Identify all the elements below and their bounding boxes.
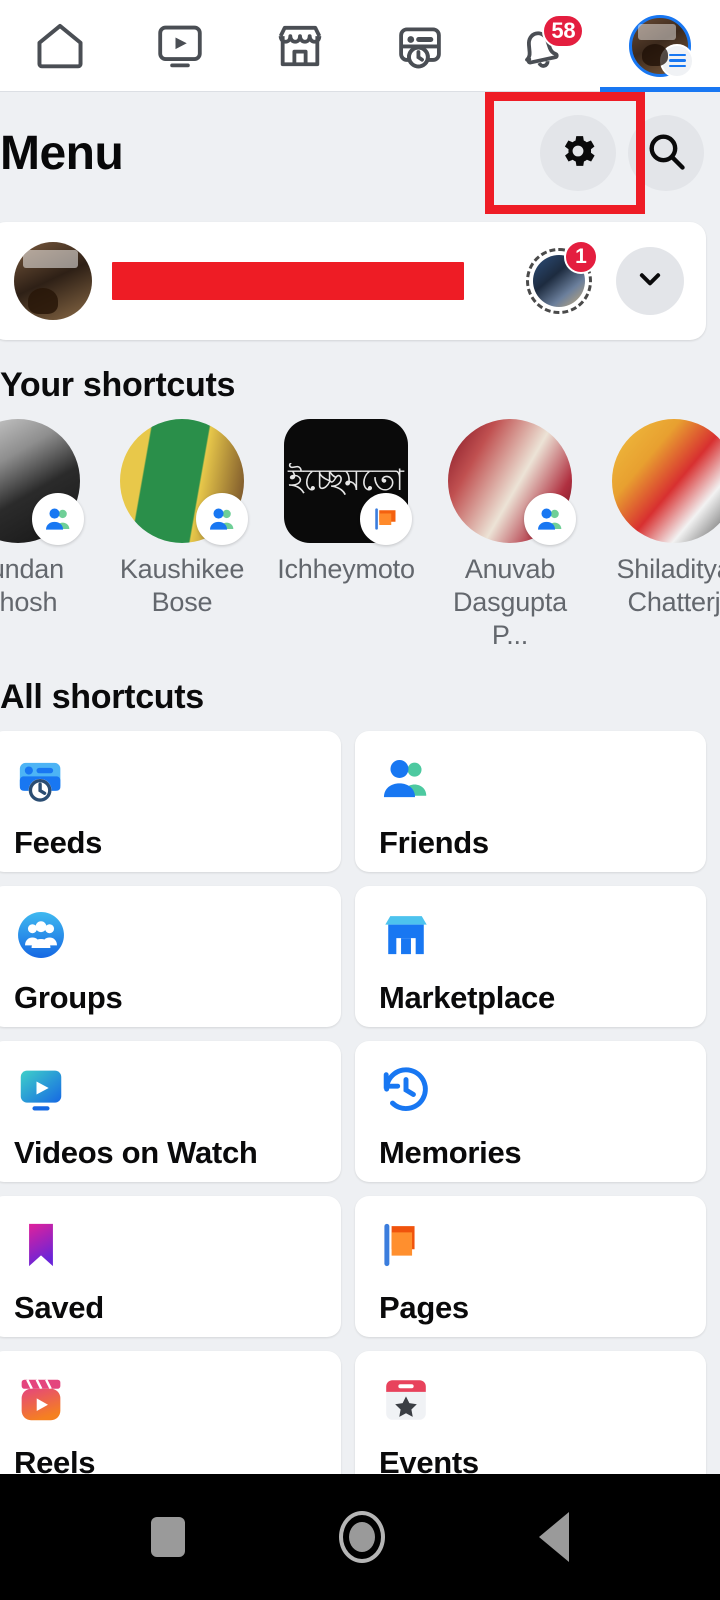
profile-card[interactable]: 1: [0, 222, 706, 340]
tile-label: Marketplace: [379, 980, 555, 1015]
saved-bookmark-icon: [14, 1218, 68, 1272]
shortcut-item[interactable]: Shiladitya Chatterj: [604, 419, 720, 652]
home-tab[interactable]: [0, 0, 120, 92]
shortcut-tile-friends[interactable]: Friends: [355, 731, 706, 872]
groups-icon: [14, 908, 68, 962]
shortcut-tile-memories[interactable]: Memories: [355, 1041, 706, 1182]
video-play-icon: [153, 19, 207, 73]
shortcut-label: Kundan Ghosh: [0, 554, 64, 617]
video-tab[interactable]: [120, 0, 240, 92]
profile-name-redaction: [112, 262, 464, 300]
feeds-tab[interactable]: [360, 0, 480, 92]
tile-label: Pages: [379, 1290, 469, 1325]
square-icon[interactable]: [151, 1517, 185, 1557]
tile-label: Feeds: [14, 825, 103, 860]
shortcut-tile-saved[interactable]: Saved: [0, 1196, 341, 1337]
triangle-left-icon[interactable]: [539, 1512, 569, 1562]
page-flag-badge-icon: [360, 493, 412, 545]
shortcut-tile-groups[interactable]: Groups: [0, 886, 341, 1027]
shortcut-avatar: [612, 419, 720, 543]
shortcut-avatar: ইচ্ছেমতো: [284, 419, 412, 545]
search-icon: [644, 129, 688, 178]
all-shortcuts-grid: Feeds Friends Groups Marketplace Videos …: [0, 731, 706, 1474]
profile-menu-avatar-icon: [629, 14, 694, 78]
friends-badge-icon: [524, 493, 576, 545]
shortcut-avatar: [120, 419, 248, 545]
header-actions: [540, 115, 720, 191]
shortcut-label: Anuvab Dasgupta P...: [453, 554, 567, 650]
story-count-badge: 1: [564, 240, 598, 274]
shortcut-avatar-image: [612, 419, 720, 543]
shortcut-avatar: [0, 419, 84, 545]
tile-label: Memories: [379, 1135, 522, 1170]
shortcut-tile-events[interactable]: Events: [355, 1351, 706, 1474]
video-watch-icon: [14, 1063, 68, 1117]
settings-gear-button[interactable]: [540, 115, 616, 191]
android-navigation-bar: [0, 1474, 720, 1600]
marketplace-icon: [379, 908, 433, 962]
feed-card-clock-icon: [393, 19, 447, 73]
tile-label: Events: [379, 1445, 479, 1474]
friends-badge-icon: [32, 493, 84, 545]
shortcut-avatar: [448, 419, 576, 545]
profile-expand-button[interactable]: [616, 247, 684, 315]
pages-flag-icon: [379, 1218, 433, 1272]
all-shortcuts-title: All shortcuts: [0, 678, 204, 716]
circle-icon[interactable]: [339, 1511, 385, 1563]
memories-clock-icon: [379, 1063, 433, 1117]
shortcut-tile-marketplace[interactable]: Marketplace: [355, 886, 706, 1027]
shortcut-tile-feeds[interactable]: Feeds: [0, 731, 341, 872]
tile-label: Reels: [14, 1445, 96, 1474]
shortcut-item[interactable]: Anuvab Dasgupta P...: [440, 419, 580, 652]
menu-header: Menu: [0, 93, 720, 213]
shortcut-label: Kaushikee Bose: [119, 554, 245, 617]
avatar[interactable]: [14, 242, 92, 320]
shortcut-tile-pages[interactable]: Pages: [355, 1196, 706, 1337]
shortcut-tile-reels[interactable]: Reels: [0, 1351, 341, 1474]
chevron-down-icon: [635, 264, 665, 299]
friends-icon: [379, 753, 433, 807]
shortcut-tile-videos-on-watch[interactable]: Videos on Watch: [0, 1041, 341, 1182]
shortcut-item[interactable]: ইচ্ছেমতো Ichheymoto: [276, 419, 416, 652]
reels-icon: [14, 1373, 68, 1427]
menu-scroll-content[interactable]: 1 Your shortcuts ndan hosh Kaushikee Bos…: [0, 213, 720, 1474]
active-tab-indicator: [600, 86, 720, 92]
marketplace-tab[interactable]: [240, 0, 360, 92]
hamburger-menu-badge-icon: [660, 43, 694, 78]
shortcut-item[interactable]: Kaushikee Bose: [112, 419, 252, 652]
tile-label: Friends: [379, 825, 489, 860]
shortcut-label: Ichheymoto: [277, 554, 415, 584]
shortcuts-carousel[interactable]: Kundan Ghosh Kaushikee Bose: [0, 419, 720, 652]
story-avatar-button[interactable]: 1: [526, 240, 598, 314]
events-calendar-icon: [379, 1373, 433, 1427]
tile-label: Saved: [14, 1290, 104, 1325]
menu-tab[interactable]: [600, 0, 720, 92]
home-icon: [32, 18, 88, 74]
feeds-icon: [14, 753, 68, 807]
tile-label: Videos on Watch: [14, 1135, 258, 1170]
shortcut-item[interactable]: Kundan Ghosh: [0, 419, 88, 652]
storefront-icon: [273, 19, 327, 73]
your-shortcuts-title: Your shortcuts: [0, 366, 236, 404]
search-button[interactable]: [628, 115, 704, 191]
top-tab-bar: 58: [0, 0, 720, 92]
gear-icon: [557, 130, 599, 177]
tile-label: Groups: [14, 980, 123, 1015]
page-title: Menu: [0, 126, 124, 180]
shortcut-label: Shiladitya Chatterj: [616, 554, 720, 617]
notifications-tab[interactable]: 58: [480, 0, 600, 92]
facebook-menu-screen: 58 Menu 1 Your shortcuts ndan hosh Kaush…: [0, 0, 720, 1600]
notification-count-badge: 58: [542, 13, 585, 48]
friends-badge-icon: [196, 493, 248, 545]
